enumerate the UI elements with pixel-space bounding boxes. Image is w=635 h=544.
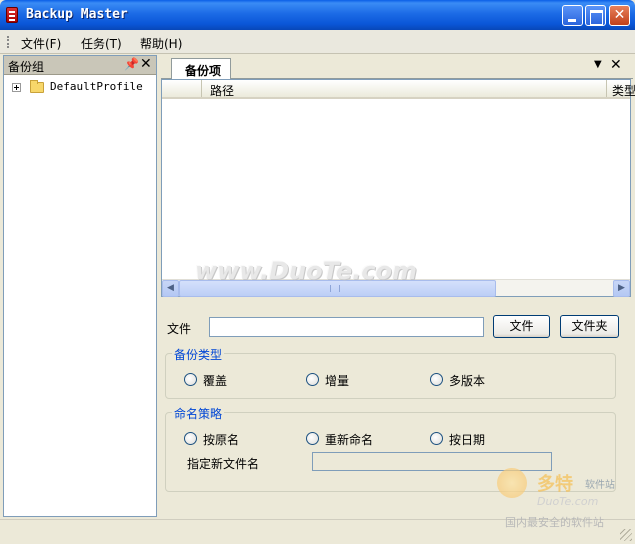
radio-overwrite[interactable]: [184, 373, 197, 386]
tab-strip: 备份项 ▼ ✕: [161, 55, 633, 80]
list-header: 路径 类型: [162, 80, 635, 99]
app-icon[interactable]: [6, 7, 18, 23]
menu-task[interactable]: 任务(T): [81, 35, 122, 52]
watermark-tagline: 软件站: [585, 480, 615, 491]
column-header-path[interactable]: 路径: [210, 82, 234, 99]
backup-type-title: 备份类型: [172, 346, 225, 363]
radio-by-date-label[interactable]: 按日期: [449, 431, 485, 448]
pin-icon[interactable]: 📌: [124, 57, 139, 71]
pane-header: 备份组 📌 ✕: [4, 56, 156, 75]
column-header-select[interactable]: [162, 80, 202, 97]
radio-multi-version-label[interactable]: 多版本: [449, 372, 485, 389]
mascot-icon: [497, 468, 527, 498]
radio-original-name-label[interactable]: 按原名: [203, 431, 239, 448]
choose-file-button[interactable]: 文件: [493, 315, 550, 338]
tab-close-icon[interactable]: ✕: [610, 57, 622, 73]
watermark-site: DuoTe.com: [537, 495, 599, 508]
tab-backup-items[interactable]: 备份项: [171, 58, 231, 80]
backup-type-group: [165, 353, 616, 399]
radio-original-name[interactable]: [184, 432, 197, 445]
radio-rename[interactable]: [306, 432, 319, 445]
maximize-button[interactable]: [585, 5, 606, 26]
close-window-button[interactable]: ✕: [609, 5, 630, 26]
menu-file[interactable]: 文件(F): [21, 35, 61, 52]
file-label: 文件: [167, 322, 192, 336]
menu-help[interactable]: 帮助(H): [140, 35, 182, 52]
radio-multi-version[interactable]: [430, 373, 443, 386]
scroll-right-icon[interactable]: ▶: [613, 280, 630, 297]
expand-icon[interactable]: [12, 83, 21, 92]
watermark-slogan: 国内最安全的软件站: [505, 516, 604, 529]
close-icon: ✕: [613, 7, 626, 23]
radio-rename-label[interactable]: 重新命名: [325, 431, 373, 448]
folder-icon: [30, 80, 44, 93]
pane-title: 备份组: [8, 60, 45, 74]
naming-strategy-title: 命名策略: [172, 405, 225, 422]
site-watermark: 多特 软件站 DuoTe.com 国内最安全的软件站: [497, 468, 633, 534]
window-title: Backup Master: [26, 7, 128, 22]
radio-incremental[interactable]: [306, 373, 319, 386]
radio-overwrite-label[interactable]: 覆盖: [203, 372, 227, 389]
title-bar[interactable]: Backup Master ✕: [0, 0, 635, 30]
file-path-input[interactable]: [209, 317, 484, 337]
duote-watermark: www.DuoTe.com: [195, 257, 417, 285]
choose-folder-button[interactable]: 文件夹: [560, 315, 619, 338]
toolbar-grip[interactable]: [7, 36, 9, 48]
radio-incremental-label[interactable]: 增量: [325, 372, 349, 389]
tree-item-label[interactable]: DefaultProfile: [50, 80, 143, 93]
backup-group-pane: 备份组 📌 ✕ DefaultProfile: [3, 55, 157, 517]
watermark-brand: 多特: [537, 474, 573, 495]
radio-by-date[interactable]: [430, 432, 443, 445]
menu-bar: 文件(F) 任务(T) 帮助(H): [0, 30, 635, 54]
tab-label: 备份项: [185, 64, 222, 78]
tab-dropdown-icon[interactable]: ▼: [594, 59, 602, 70]
column-header-type[interactable]: 类型: [606, 80, 635, 97]
minimize-button[interactable]: [562, 5, 583, 26]
new-filename-label: 指定新文件名: [187, 457, 260, 471]
pane-close-icon[interactable]: ✕: [140, 56, 152, 72]
scroll-left-icon[interactable]: ◀: [162, 280, 179, 297]
